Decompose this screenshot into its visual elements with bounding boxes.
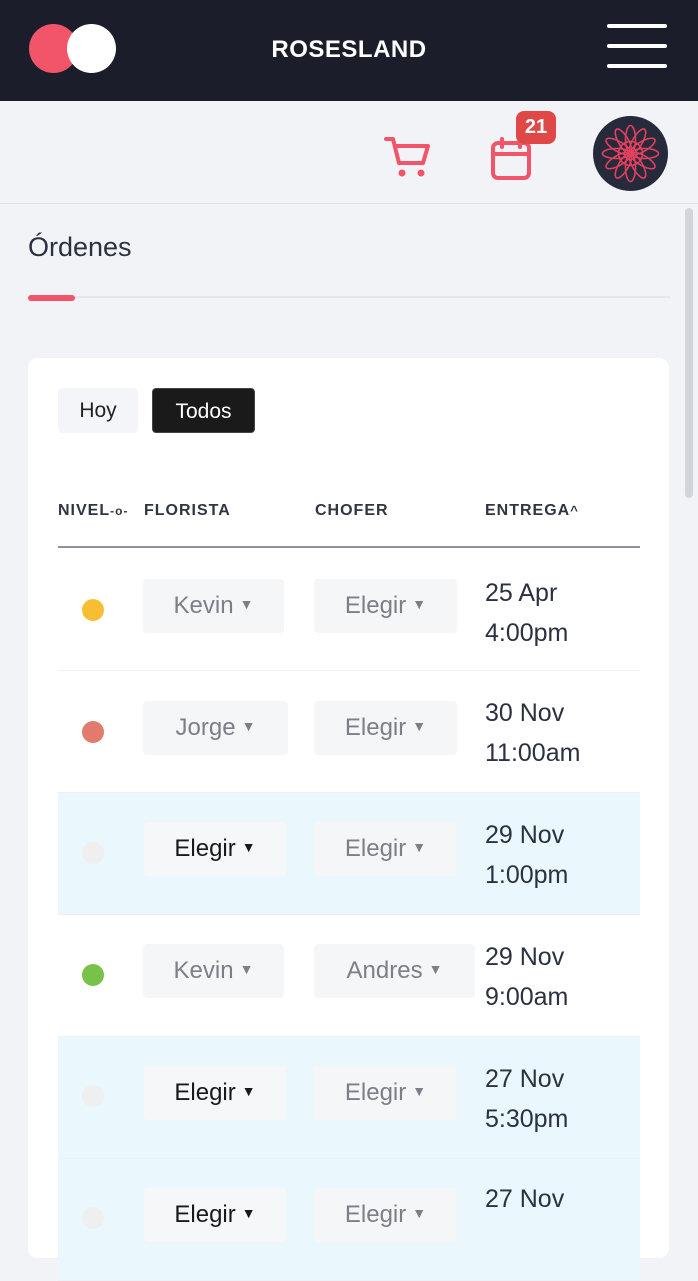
level-indicator — [82, 1207, 104, 1229]
caret-down-icon: ▼ — [239, 961, 254, 977]
caret-down-icon: ▼ — [241, 1083, 256, 1099]
dropdown-value: Elegir — [174, 835, 236, 862]
dropdown-value: Kevin — [173, 592, 234, 619]
delivery-date: 27 Nov — [485, 1185, 565, 1213]
delivery-time: 9:00am — [485, 983, 569, 1011]
delivery-date: 30 Nov — [485, 699, 565, 727]
dropdown-value: Elegir — [344, 1201, 407, 1228]
caret-down-icon: ▼ — [412, 839, 427, 855]
delivery-datetime: 27 Nov — [485, 1179, 564, 1219]
level-indicator — [82, 599, 104, 621]
column-header-entrega-label: ENTREGA — [485, 502, 571, 519]
sort-toggle-icon: -o- — [110, 504, 129, 518]
brand-name: ROSESLAND — [271, 36, 427, 63]
column-header-chofer[interactable]: CHOFER — [315, 502, 389, 520]
level-indicator — [82, 1085, 104, 1107]
delivery-time: 11:00am — [485, 739, 581, 767]
delivery-datetime: 27 Nov 5:30pm — [485, 1059, 568, 1139]
caret-down-icon: ▼ — [412, 1083, 427, 1099]
delivery-datetime: 29 Nov 9:00am — [485, 937, 568, 1017]
delivery-time: 4:00pm — [485, 619, 569, 647]
caret-down-icon: ▼ — [241, 718, 256, 734]
dropdown-value: Andres — [346, 957, 423, 984]
florista-dropdown[interactable]: Elegir ▼ — [144, 822, 286, 876]
cart-icon[interactable] — [383, 133, 433, 181]
filter-hoy-button[interactable]: Hoy — [58, 388, 138, 433]
dropdown-value: Elegir — [344, 1079, 407, 1106]
florista-dropdown[interactable]: Elegir ▼ — [144, 1066, 286, 1120]
level-indicator — [82, 964, 104, 986]
caret-down-icon: ▼ — [412, 1205, 427, 1221]
dropdown-value: Elegir — [344, 835, 407, 862]
delivery-datetime: 25 Apr 4:00pm — [485, 573, 568, 653]
calendar-count-badge: 21 — [516, 111, 556, 144]
chofer-dropdown[interactable]: Elegir ▼ — [314, 822, 457, 876]
table-row[interactable]: Elegir ▼ Elegir ▼ 27 Nov 5:30pm — [58, 1037, 640, 1159]
dropdown-value: Elegir — [344, 714, 407, 741]
column-header-nivel-label: NIVEL — [58, 502, 111, 519]
delivery-datetime: 30 Nov 11:00am — [485, 693, 580, 773]
chofer-dropdown[interactable]: Andres ▼ — [314, 944, 475, 998]
hamburger-menu-icon[interactable] — [607, 22, 669, 72]
title-accent-bar — [28, 295, 75, 301]
table-row[interactable]: Elegir ▼ Elegir ▼ 27 Nov — [58, 1159, 640, 1281]
delivery-date: 29 Nov — [485, 943, 565, 971]
table-row[interactable]: Kevin ▼ Elegir ▼ 25 Apr 4:00pm — [58, 549, 640, 671]
table-row[interactable]: Jorge ▼ Elegir ▼ 30 Nov 11:00am — [58, 671, 640, 793]
delivery-time: 1:00pm — [485, 861, 569, 889]
caret-down-icon: ▼ — [428, 961, 443, 977]
delivery-date: 29 Nov — [485, 821, 565, 849]
user-avatar[interactable] — [593, 116, 668, 191]
sort-asc-icon: ^ — [570, 503, 579, 518]
filter-todos-button[interactable]: Todos — [152, 388, 255, 433]
column-header-florista[interactable]: FLORISTA — [144, 502, 231, 520]
florista-dropdown[interactable]: Kevin ▼ — [143, 944, 284, 998]
delivery-datetime: 29 Nov 1:00pm — [485, 815, 568, 895]
chofer-dropdown[interactable]: Elegir ▼ — [314, 1188, 457, 1242]
page-scrollbar[interactable] — [685, 208, 693, 498]
caret-down-icon: ▼ — [412, 596, 427, 612]
delivery-date: 27 Nov — [485, 1065, 565, 1093]
top-navbar: ROSESLAND — [0, 0, 698, 101]
delivery-date: 25 Apr — [485, 579, 558, 607]
level-indicator — [82, 721, 104, 743]
caret-down-icon: ▼ — [239, 596, 254, 612]
chofer-dropdown[interactable]: Elegir ▼ — [314, 579, 457, 633]
page-title: Órdenes — [28, 232, 132, 262]
column-header-nivel[interactable]: NIVEL-o- — [58, 502, 128, 520]
table-row[interactable]: Kevin ▼ Andres ▼ 29 Nov 9:00am — [58, 915, 640, 1037]
table-header-divider — [58, 546, 640, 548]
delivery-time: 5:30pm — [485, 1105, 569, 1133]
florista-dropdown[interactable]: Kevin ▼ — [143, 579, 284, 633]
chofer-dropdown[interactable]: Elegir ▼ — [314, 701, 457, 755]
title-divider — [28, 296, 670, 298]
caret-down-icon: ▼ — [412, 718, 427, 734]
dropdown-value: Elegir — [174, 1201, 236, 1228]
flower-avatar-icon — [601, 124, 660, 183]
dropdown-value: Elegir — [174, 1079, 236, 1106]
level-indicator — [82, 842, 104, 864]
caret-down-icon: ▼ — [241, 1205, 256, 1221]
chofer-dropdown[interactable]: Elegir ▼ — [314, 1066, 457, 1120]
florista-dropdown[interactable]: Jorge ▼ — [143, 701, 288, 755]
dropdown-value: Elegir — [344, 592, 407, 619]
column-header-entrega[interactable]: ENTREGA^ — [485, 502, 579, 520]
florista-dropdown[interactable]: Elegir ▼ — [144, 1188, 286, 1242]
table-row[interactable]: Elegir ▼ Elegir ▼ 29 Nov 1:00pm — [58, 793, 640, 915]
caret-down-icon: ▼ — [241, 839, 256, 855]
dropdown-value: Jorge — [175, 714, 236, 741]
dropdown-value: Kevin — [173, 957, 234, 984]
